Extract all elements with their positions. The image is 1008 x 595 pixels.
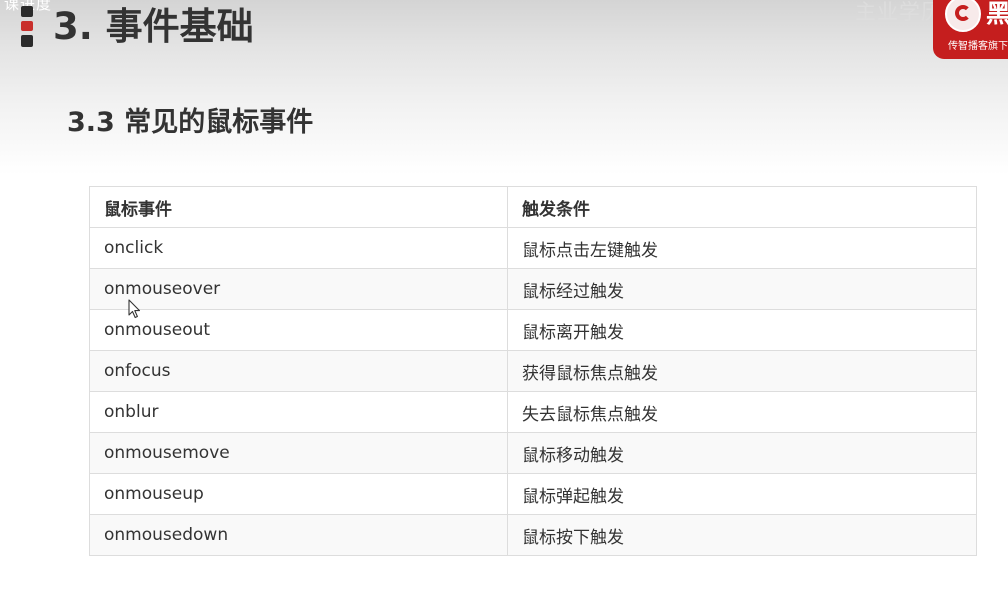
header-trigger-condition: 触发条件 [507,186,977,228]
table-row: onmouseup 鼠标弹起触发 [89,473,977,515]
brand-slogan: 传智播客旗下 [948,41,1008,52]
brand-logo-char: 黑 [986,0,1008,28]
table-row: onmousedown 鼠标按下触发 [89,514,977,556]
trigger-condition-cell: 鼠标移动触发 [507,432,977,474]
table-row: onfocus 获得鼠标焦点触发 [89,350,977,392]
table-row: onmouseover 鼠标经过触发 [89,268,977,310]
brand-logo: 黑 传智播客旗下 [933,0,1008,59]
event-name-cell: onfocus [89,350,508,392]
trigger-condition-cell: 鼠标弹起触发 [507,473,977,515]
page-title: 3. 事件基础 [53,5,254,48]
trigger-condition-cell: 获得鼠标焦点触发 [507,350,977,392]
trigger-condition-cell: 失去鼠标焦点触发 [507,391,977,433]
arrow-cursor-icon [128,299,141,319]
event-name-cell: onmouseout [89,309,508,351]
table-row: onclick 鼠标点击左键触发 [89,227,977,269]
trigger-condition-cell: 鼠标离开触发 [507,309,977,351]
table-row: onmousemove 鼠标移动触发 [89,432,977,474]
table-row: onmouseout 鼠标离开触发 [89,309,977,351]
table-row: onblur 失去鼠标焦点触发 [89,391,977,433]
mouse-events-table: 鼠标事件 触发条件 onclick 鼠标点击左键触发 onmouseover 鼠… [89,186,977,556]
trigger-condition-cell: 鼠标点击左键触发 [507,227,977,269]
event-name-cell: onmousedown [89,514,508,556]
brand-logo-icon [945,0,981,32]
table-header-row: 鼠标事件 触发条件 [89,186,977,228]
event-name-cell: onclick [89,227,508,269]
section-title: 3.3 常见的鼠标事件 [67,107,314,138]
trigger-condition-cell: 鼠标按下触发 [507,514,977,556]
event-name-cell: onblur [89,391,508,433]
event-name-cell: onmouseover [89,268,508,310]
header-mouse-event: 鼠标事件 [89,186,508,228]
event-name-cell: onmouseup [89,473,508,515]
trigger-condition-cell: 鼠标经过触发 [507,268,977,310]
event-name-cell: onmousemove [89,432,508,474]
